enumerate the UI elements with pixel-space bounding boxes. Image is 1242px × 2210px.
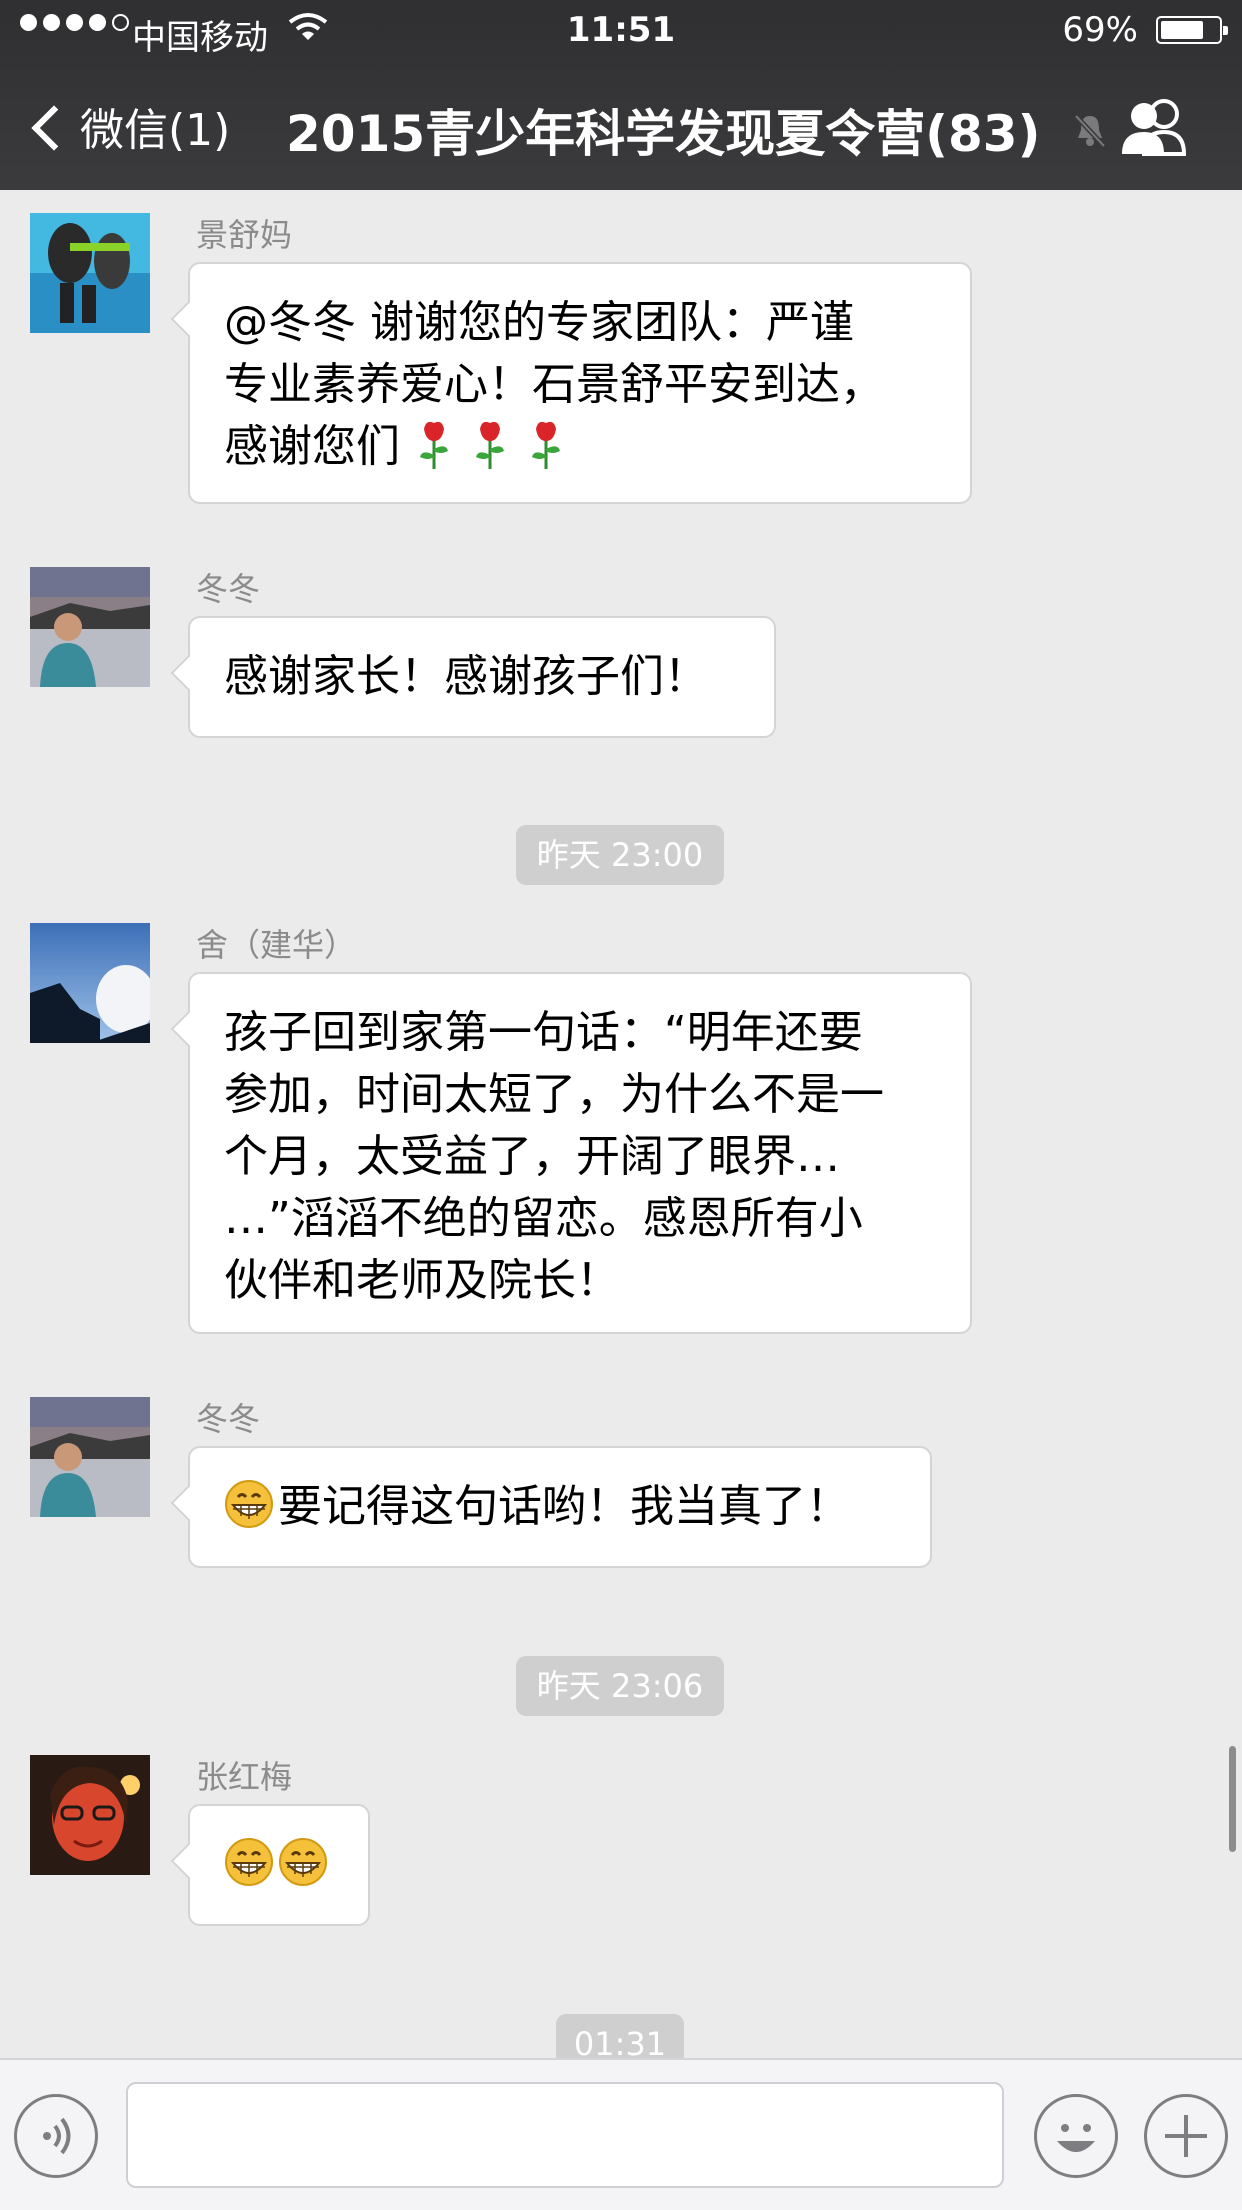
- input-bar: [0, 2058, 1242, 2210]
- sender-name: 冬冬: [196, 570, 261, 608]
- mute-bell-icon: [1074, 114, 1106, 148]
- chevron-left-icon: [31, 105, 77, 151]
- grinning-emoji-icon: [225, 1838, 273, 1886]
- message-bubble[interactable]: 感谢家长！感谢孩子们！: [188, 616, 776, 738]
- avatar[interactable]: [30, 1397, 150, 1517]
- avatar[interactable]: [30, 213, 150, 333]
- message-line: 感谢家长！感谢孩子们！: [224, 651, 708, 702]
- message-line: …”滔滔不绝的留恋。感恩所有小: [224, 1193, 863, 1244]
- message-line-text: 感谢您们: [224, 421, 400, 472]
- voice-icon: [43, 2117, 71, 2155]
- rose-emoji-icon: [476, 421, 504, 469]
- message-bubble[interactable]: 要记得这句话哟！我当真了！: [188, 1446, 932, 1568]
- app-header: 中国移动 11:51 69% 微信(1) 2015青少年科学发现夏令营(83): [0, 0, 1242, 190]
- battery-icon: [1156, 16, 1228, 44]
- emoji-button[interactable]: [1034, 2094, 1118, 2178]
- message-line: 孩子回到家第一句话：“明年还要: [224, 1007, 863, 1058]
- message-line-text: 要记得这句话哟！我当真了！: [278, 1481, 850, 1532]
- navigation-bar: 微信(1) 2015青少年科学发现夏令营(83): [0, 76, 1242, 176]
- avatar[interactable]: [30, 567, 150, 687]
- timestamp-label: 昨天 23:00: [516, 825, 724, 885]
- message-line: 个月，太受益了，开阔了眼界…: [224, 1131, 840, 1182]
- sender-name: 景舒妈: [196, 216, 293, 254]
- message-line: 专业素养爱心！石景舒平安到达，: [224, 359, 884, 410]
- grinning-emoji-icon: [279, 1838, 327, 1886]
- battery-percentage: 69%: [1062, 10, 1138, 50]
- sender-name: 舍（建华）: [196, 926, 357, 964]
- message-bubble[interactable]: @冬冬 谢谢您的专家团队：严谨 专业素养爱心！石景舒平安到达， 感谢您们: [188, 262, 972, 504]
- message-input[interactable]: [126, 2082, 1004, 2188]
- sender-name: 冬冬: [196, 1400, 261, 1438]
- emoji-icon: [1057, 2124, 1095, 2152]
- message-line: 参加，时间太短了，为什么不是一: [224, 1069, 884, 1120]
- back-label: 微信(1): [80, 105, 231, 156]
- message-bubble[interactable]: 孩子回到家第一句话：“明年还要 参加，时间太短了，为什么不是一 个月，太受益了，…: [188, 972, 972, 1334]
- voice-button[interactable]: [14, 2094, 98, 2178]
- message-line: 要记得这句话哟！我当真了！: [224, 1476, 896, 1538]
- message-line: 伙伴和老师及院长！: [224, 1255, 620, 1306]
- avatar[interactable]: [30, 923, 150, 1043]
- more-button[interactable]: [1144, 2094, 1228, 2178]
- scrollbar[interactable]: [1229, 1746, 1236, 1852]
- status-bar: 中国移动 11:51 69%: [0, 0, 1242, 60]
- rose-emoji-icon: [532, 421, 560, 469]
- grinning-emoji-icon: [225, 1480, 273, 1528]
- rose-emoji-icon: [420, 421, 448, 469]
- avatar[interactable]: [30, 1755, 150, 1875]
- message-line: [224, 1834, 334, 1896]
- message-bubble[interactable]: [188, 1804, 370, 1926]
- group-members-icon[interactable]: [1118, 98, 1190, 156]
- timestamp-label: 昨天 23:06: [516, 1656, 724, 1716]
- plus-icon: [1165, 2115, 1207, 2157]
- message-line: 感谢您们: [224, 416, 936, 478]
- message-line: @冬冬 谢谢您的专家团队：严谨: [224, 297, 854, 348]
- sender-name: 张红梅: [196, 1758, 293, 1796]
- chat-title: 2015青少年科学发现夏令营(83): [286, 105, 1041, 163]
- status-time: 11:51: [566, 10, 676, 50]
- back-button[interactable]: 微信(1): [31, 94, 231, 158]
